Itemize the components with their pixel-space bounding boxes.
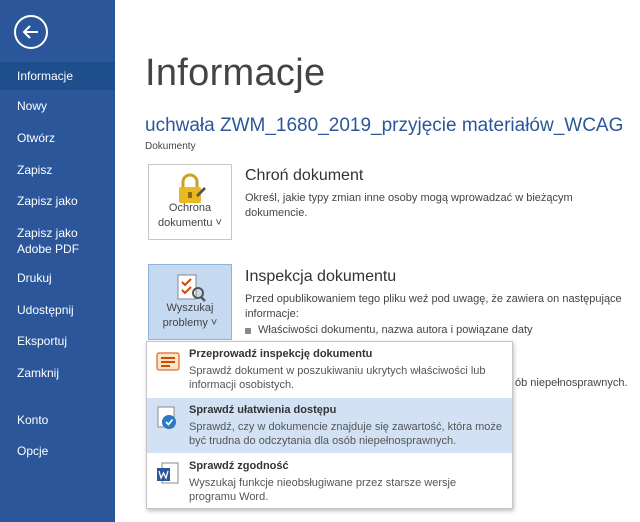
inspect-document-desc: Przed opublikowaniem tego pliku weź pod … xyxy=(245,293,622,320)
page-title: Informacje xyxy=(145,52,326,94)
menu-item-desc: Sprawdź, czy w dokumencie znajduje się z… xyxy=(189,421,503,447)
protect-document-desc: Określ, jakie typy zmian inne osoby mogą… xyxy=(245,192,573,219)
accessibility-checker-icon xyxy=(157,406,176,429)
menu-item-check-compatibility[interactable]: Sprawdź zgodność Wyszukaj funkcje nieobs… xyxy=(147,454,512,509)
protect-document-title: Chroń dokument xyxy=(245,167,364,184)
menu-item-title: Sprawdź zgodność xyxy=(189,460,289,472)
sidebar-item-informacje[interactable]: Informacje xyxy=(0,62,115,90)
document-title: uchwała ZWM_1680_2019_przyjęcie materiał… xyxy=(145,115,624,136)
back-button[interactable] xyxy=(14,15,48,49)
check-for-issues-button[interactable]: Wyszukaj problemy ˅ xyxy=(148,264,232,340)
sidebar-item-opcje[interactable]: Opcje xyxy=(0,444,115,459)
inspect-document-icon xyxy=(156,352,180,371)
sidebar-item-eksportuj[interactable]: Eksportuj xyxy=(0,334,115,349)
protect-document-label: Ochrona dokumentu ˅ xyxy=(158,202,222,229)
check-for-issues-label: Wyszukaj problemy ˅ xyxy=(162,302,218,329)
inspect-document-icon xyxy=(177,274,206,302)
sidebar-item-nowy[interactable]: Nowy xyxy=(0,99,115,114)
sidebar-item-zapisz-jako[interactable]: Zapisz jako xyxy=(0,194,115,209)
sidebar-item-konto[interactable]: Konto xyxy=(0,413,115,428)
inspect-bullet-properties: Właściwości dokumentu, nazwa autora i po… xyxy=(245,324,533,336)
inspect-document-title: Inspekcja dokumentu xyxy=(245,268,397,285)
protect-document-button[interactable]: Ochrona dokumentu ˅ xyxy=(148,164,232,240)
sidebar-item-drukuj[interactable]: Drukuj xyxy=(0,271,115,286)
menu-item-inspect-document[interactable]: Przeprowadź inspekcję dokumentu Sprawdź … xyxy=(147,342,512,397)
word-compatibility-icon xyxy=(157,462,179,484)
sidebar-item-zapisz[interactable]: Zapisz xyxy=(0,163,115,178)
backstage-sidebar: Informacje Nowy Otwórz Zapisz Zapisz jak… xyxy=(0,0,115,522)
sidebar-item-zapisz-jako-pdf[interactable]: Zapisz jako Adobe PDF xyxy=(0,225,115,257)
menu-item-title: Przeprowadź inspekcję dokumentu xyxy=(189,348,373,360)
menu-item-check-accessibility[interactable]: Sprawdź ułatwienia dostępu Sprawdź, czy … xyxy=(147,398,512,453)
back-arrow-icon xyxy=(22,25,38,39)
document-location[interactable]: Dokumenty xyxy=(145,141,196,152)
sidebar-item-zamknij[interactable]: Zamknij xyxy=(0,366,115,381)
sidebar-item-udostepnij[interactable]: Udostępnij xyxy=(0,303,115,318)
menu-item-desc: Sprawdź dokument w poszukiwaniu ukrytych… xyxy=(189,365,486,391)
check-for-issues-menu: Przeprowadź inspekcję dokumentu Sprawdź … xyxy=(146,341,513,509)
sidebar-item-otworz[interactable]: Otwórz xyxy=(0,131,115,146)
menu-item-desc: Wyszukaj funkcje nieobsługiwane przez st… xyxy=(189,477,457,503)
menu-item-title: Sprawdź ułatwienia dostępu xyxy=(189,404,337,416)
inspect-partial-text: ób niepełnosprawnych. xyxy=(515,377,628,389)
